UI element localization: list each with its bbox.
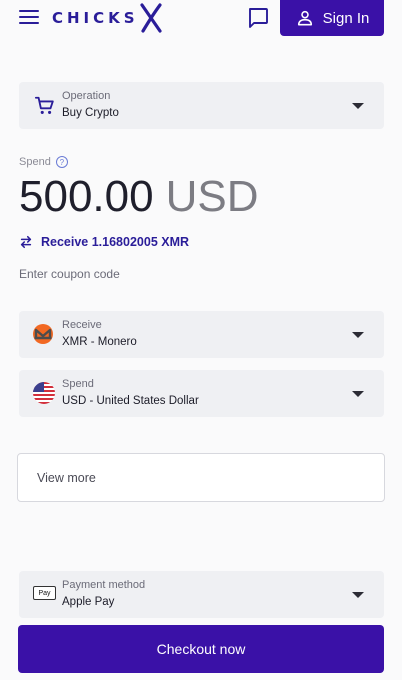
chevron-down-icon	[352, 332, 364, 338]
chevron-down-icon	[352, 103, 364, 109]
operation-value: Buy Crypto	[62, 107, 119, 119]
view-more-button[interactable]: View more	[17, 453, 385, 502]
logo-text: CHICKS	[52, 9, 139, 27]
logo[interactable]: CHICKS	[52, 3, 162, 33]
receive-estimate[interactable]: Receive 1.16802005 XMR	[19, 235, 189, 249]
spend-currency-select[interactable]: Spend USD - United States Dollar	[19, 370, 384, 417]
spend-label-text: Spend	[19, 156, 51, 168]
sign-in-button[interactable]: Sign In	[280, 0, 384, 36]
coupon-link[interactable]: Enter coupon code	[19, 267, 120, 281]
logo-x-icon	[139, 3, 162, 33]
spend-label: Spend ?	[19, 156, 68, 168]
receive-select[interactable]: Receive XMR - Monero	[19, 311, 384, 358]
amount-currency: USD	[165, 172, 259, 221]
spend-amount-input[interactable]: 500.00 USD	[19, 172, 258, 222]
swap-icon	[20, 235, 32, 249]
receive-label: Receive	[62, 319, 102, 331]
spend-select-value: USD - United States Dollar	[62, 395, 199, 407]
amount-value[interactable]: 500.00	[19, 172, 154, 222]
payment-label: Payment method	[62, 579, 146, 591]
cart-icon	[34, 96, 54, 114]
apple-pay-icon: Pay	[33, 586, 56, 600]
receive-value: XMR - Monero	[62, 336, 137, 348]
operation-select[interactable]: Operation Buy Crypto	[19, 82, 384, 129]
us-flag-icon	[33, 382, 55, 404]
chevron-down-icon	[352, 391, 364, 397]
chat-icon[interactable]	[246, 6, 270, 30]
operation-label: Operation	[62, 90, 111, 102]
receive-estimate-text: Receive 1.16802005 XMR	[41, 235, 190, 249]
chevron-down-icon	[352, 592, 364, 598]
menu-icon[interactable]	[19, 10, 39, 26]
checkout-button[interactable]: Checkout now	[18, 625, 384, 673]
help-icon[interactable]: ?	[55, 156, 68, 168]
sign-in-label: Sign In	[322, 9, 370, 27]
user-icon	[297, 10, 312, 26]
app-header: CHICKS Sign In	[0, 0, 402, 40]
apple-pay-icon-text: Pay	[38, 589, 51, 597]
spend-select-label: Spend	[62, 378, 94, 390]
monero-icon	[33, 324, 53, 344]
payment-method-select[interactable]: Pay Payment method Apple Pay	[19, 571, 384, 618]
payment-value: Apple Pay	[62, 596, 115, 608]
